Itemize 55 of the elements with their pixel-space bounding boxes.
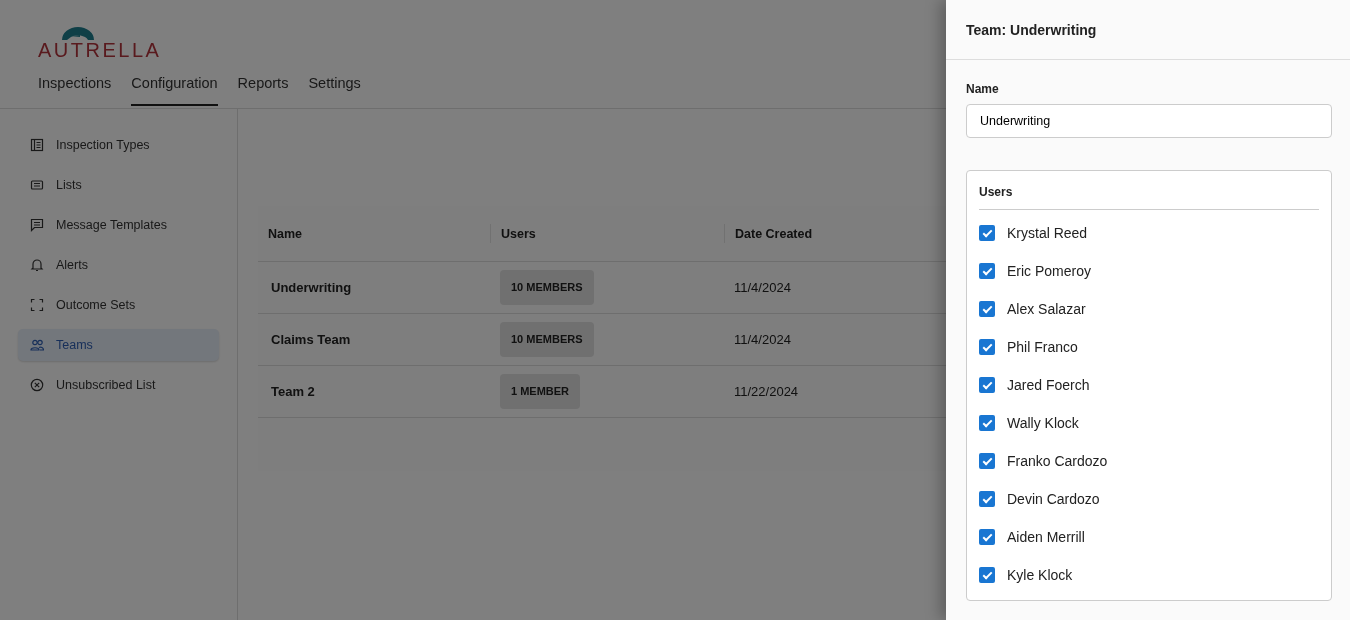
nav-tab[interactable]: Inspections (38, 73, 112, 106)
people-icon (30, 338, 44, 352)
checkbox[interactable] (979, 529, 995, 545)
member-count-chip[interactable]: 10 MEMBERS (500, 270, 594, 305)
user-name: Alex Salazar (1007, 299, 1086, 319)
user-name: Kyle Klock (1007, 565, 1073, 585)
column-header: Name (268, 226, 303, 241)
table-cell: 11/22/2024 (734, 383, 799, 399)
checkbox[interactable] (979, 263, 995, 279)
sidebar-item[interactable]: Lists (18, 169, 219, 201)
user-name: Jared Foerch (1007, 375, 1090, 395)
user-name: Franko Cardozo (1007, 451, 1108, 471)
table-cell: Claims Team (271, 331, 351, 347)
checkbox[interactable] (979, 491, 995, 507)
nav-tab[interactable]: Reports (237, 73, 289, 106)
checkbox[interactable] (979, 415, 995, 431)
name-field[interactable]: Underwriting (966, 104, 1332, 138)
column-header: Date Created (735, 226, 813, 241)
column-header: Users (501, 226, 536, 241)
checkbox[interactable] (979, 377, 995, 393)
user-name: Aiden Merrill (1007, 527, 1085, 547)
table-icon (30, 138, 44, 152)
user-name: Devin Cardozo (1007, 489, 1100, 509)
sidebar-item[interactable]: Outcome Sets (18, 289, 219, 321)
list-icon (30, 178, 44, 192)
section-label: Users (979, 185, 1013, 199)
sidebar-item[interactable]: Message Templates (18, 209, 219, 241)
sidebar-item[interactable]: Teams (18, 329, 219, 361)
checkbox[interactable] (979, 567, 995, 583)
table-cell: 11/4/2024 (734, 279, 791, 295)
field-label: Name (966, 81, 1000, 98)
table-cell: Underwriting (271, 279, 352, 295)
bell-icon (30, 258, 44, 272)
message-icon (30, 218, 44, 232)
sidebar-item[interactable]: Inspection Types (18, 129, 219, 161)
expand-icon (30, 298, 44, 312)
sidebar-item[interactable]: Unsubscribed List (18, 369, 219, 401)
user-name: Eric Pomeroy (1007, 261, 1092, 281)
table-cell: 11/4/2024 (734, 331, 791, 347)
cancel-icon (30, 378, 44, 392)
checkbox[interactable] (979, 225, 995, 241)
checkbox[interactable] (979, 453, 995, 469)
table-cell: Team 2 (271, 383, 315, 399)
user-name: Wally Klock (1007, 413, 1079, 433)
checkbox[interactable] (979, 301, 995, 317)
sidebar-item[interactable]: Alerts (18, 249, 219, 281)
checkbox[interactable] (979, 339, 995, 355)
member-count-chip[interactable]: 1 MEMBER (500, 374, 581, 409)
nav-tab[interactable]: Settings (308, 73, 361, 106)
user-name: Krystal Reed (1007, 223, 1088, 243)
logo: AUTRELLA (38, 40, 162, 60)
user-name: Phil Franco (1007, 337, 1078, 357)
member-count-chip[interactable]: 10 MEMBERS (500, 322, 594, 357)
drawer-title: Team: Underwriting (966, 22, 1097, 38)
nav-tab[interactable]: Configuration (131, 73, 218, 106)
